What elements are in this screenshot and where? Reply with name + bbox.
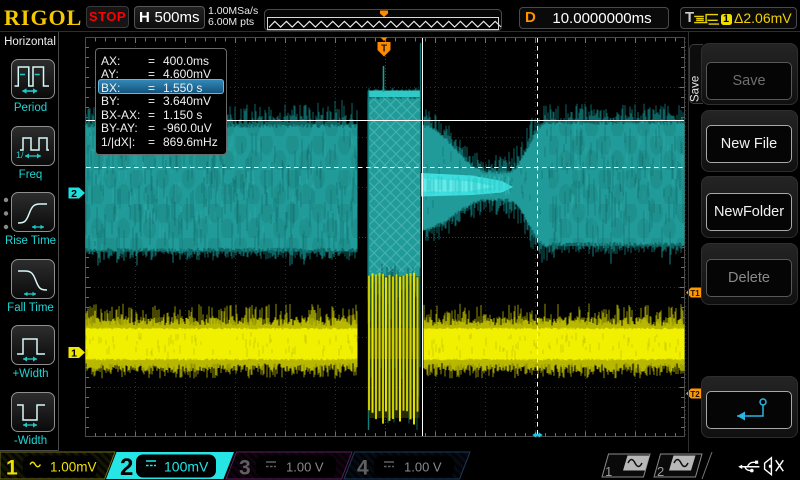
svg-text:1/: 1/ <box>16 150 24 160</box>
svg-text:1.00mV: 1.00mV <box>50 460 97 475</box>
svg-text:1.00 V: 1.00 V <box>404 460 442 475</box>
svg-text:T1: T1 <box>690 289 700 298</box>
svg-text:2: 2 <box>120 454 133 480</box>
svg-text:4: 4 <box>357 457 369 480</box>
svg-text:T: T <box>381 44 387 55</box>
svg-text:1: 1 <box>6 457 18 480</box>
svg-text:3: 3 <box>239 457 251 480</box>
svg-text:Save: Save <box>690 76 702 102</box>
svg-text:1: 1 <box>71 348 77 360</box>
svg-text:2: 2 <box>657 464 664 479</box>
svg-text:T2: T2 <box>690 390 700 399</box>
svg-text:2: 2 <box>71 188 77 200</box>
svg-text:1.00 V: 1.00 V <box>286 460 324 475</box>
svg-text:100mV: 100mV <box>164 459 209 475</box>
svg-text:1: 1 <box>605 464 612 479</box>
